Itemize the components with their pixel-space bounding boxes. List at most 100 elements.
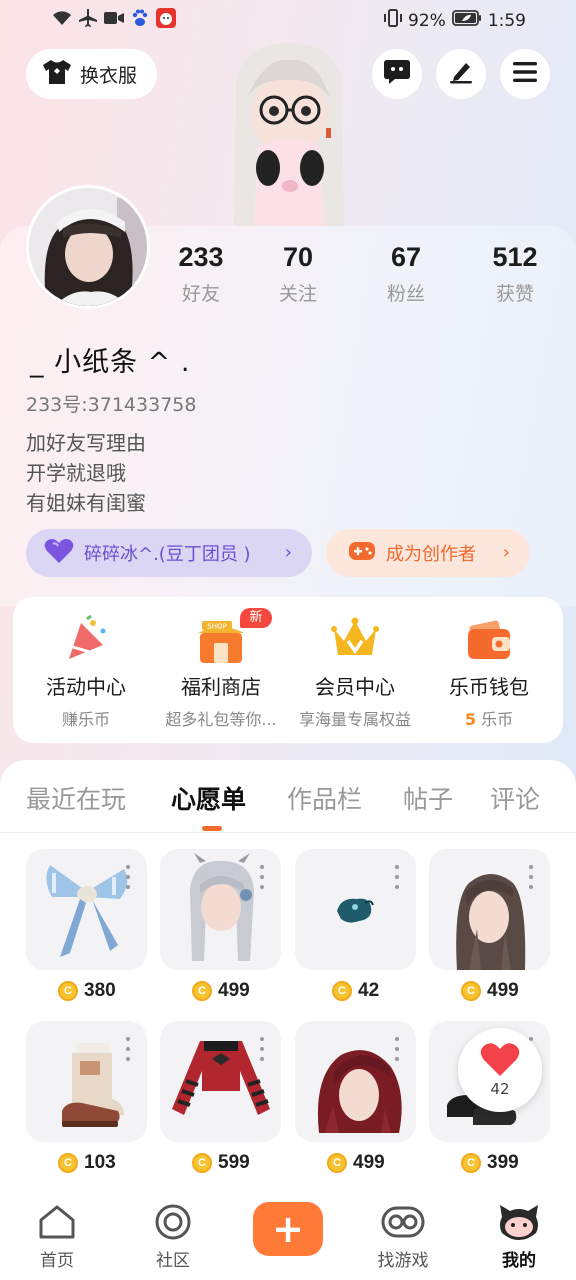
coin-icon: C <box>192 1153 212 1173</box>
more-options-icon[interactable] <box>125 1037 131 1061</box>
community-icon <box>128 1202 218 1242</box>
bio-line: 开学就退哦 <box>26 461 126 485</box>
avatar-character-figure[interactable] <box>216 36 362 236</box>
home-icon <box>12 1202 102 1242</box>
tab-posts[interactable]: 帖子 <box>403 780 453 816</box>
app-notification-icon <box>156 8 176 28</box>
user-id[interactable]: 233号:371433758 <box>26 390 196 417</box>
change-outfit-button[interactable]: 换衣服 <box>26 49 157 99</box>
bio-line: 加好友写理由 <box>26 431 146 455</box>
item-price: C 380 <box>58 978 116 1004</box>
video-icon <box>104 8 124 28</box>
stat-friends-value: 233 <box>178 242 224 272</box>
price-value: 42 <box>358 980 380 1001</box>
stat-fans-value: 67 <box>390 242 422 272</box>
quick-entry-welfare-shop[interactable]: SHOP 福利商店 超多礼包等你... <box>153 615 289 730</box>
coin-icon: C <box>192 981 212 1001</box>
nav-home[interactable]: 首页 <box>12 1202 102 1271</box>
wishlist-item-card[interactable] <box>429 849 550 970</box>
coin-unit: 乐币 <box>481 710 514 729</box>
stat-likes-value: 512 <box>492 242 538 272</box>
quick-entry-title: 福利商店 <box>181 675 261 699</box>
chat-button[interactable] <box>372 49 422 99</box>
stat-likes[interactable]: 512 获赞 <box>465 242 565 306</box>
coin-icon: C <box>58 1153 78 1173</box>
quick-entry-subtitle: 5 乐币 <box>421 706 557 730</box>
change-outfit-label: 换衣服 <box>80 64 138 87</box>
more-options-icon[interactable] <box>259 1037 265 1061</box>
avatar[interactable] <box>26 185 150 309</box>
wishlist-item-card[interactable] <box>160 1021 281 1142</box>
svg-text:SHOP: SHOP <box>207 623 226 631</box>
stat-likes-label: 获赞 <box>495 283 534 305</box>
stat-fans-label: 粉丝 <box>386 283 425 305</box>
tab-wishlist[interactable]: 心愿单 <box>171 780 246 816</box>
stat-following-label: 关注 <box>278 283 317 305</box>
more-options-icon[interactable] <box>528 865 534 889</box>
item-price: C 499 <box>192 978 250 1004</box>
battery-icon <box>451 10 482 31</box>
wishlist-item-card[interactable] <box>26 1021 147 1142</box>
airplane-icon <box>78 8 98 28</box>
price-value: 499 <box>487 980 519 1001</box>
stat-friends[interactable]: 233 好友 <box>151 242 251 306</box>
quick-entry-subtitle: 赚乐币 <box>61 710 110 729</box>
nav-label: 首页 <box>40 1251 74 1271</box>
more-options-icon[interactable] <box>394 865 400 889</box>
item-price: C 599 <box>192 1150 250 1176</box>
edit-profile-button[interactable] <box>436 49 486 99</box>
chat-icon <box>383 59 411 89</box>
heart-badge-icon <box>44 538 74 569</box>
tab-recently-played[interactable]: 最近在玩 <box>26 780 126 816</box>
quick-entry-title: 会员中心 <box>315 675 395 699</box>
price-value: 103 <box>84 1152 116 1173</box>
more-options-icon[interactable] <box>394 1037 400 1061</box>
coin-icon: C <box>332 981 352 1001</box>
divider <box>0 832 576 833</box>
baidu-icon <box>130 8 150 28</box>
wishlist-item-card[interactable] <box>295 1021 416 1142</box>
heart-icon <box>480 1043 520 1076</box>
quick-entry-member-center[interactable]: 会员中心 享海量专属权益 <box>287 615 423 730</box>
quick-entry-coin-wallet[interactable]: 乐币钱包 5 乐币 <box>421 615 557 730</box>
coin-icon: C <box>461 1153 481 1173</box>
tab-comments[interactable]: 评论 <box>490 780 540 816</box>
price-value: 499 <box>218 980 250 1001</box>
edit-icon <box>448 60 474 88</box>
coin-icon: C <box>58 981 78 1001</box>
stat-following[interactable]: 70 关注 <box>248 242 348 306</box>
floating-like-button[interactable]: 42 <box>458 1028 542 1112</box>
wishlist-item-card[interactable] <box>295 849 416 970</box>
price-value: 380 <box>84 980 116 1001</box>
coin-balance: 5 <box>464 710 477 729</box>
fan-group-pill[interactable]: 碎碎冰^.(豆丁团员 ) › <box>26 529 312 577</box>
wishlist-item-card[interactable] <box>160 849 281 970</box>
tab-works[interactable]: 作品栏 <box>287 780 362 816</box>
chevron-right-icon: › <box>284 542 292 563</box>
price-value: 399 <box>487 1152 519 1173</box>
menu-button[interactable] <box>500 49 550 99</box>
fan-group-label: 碎碎冰^.(豆丁团员 ) <box>84 544 251 565</box>
nav-label: 社区 <box>156 1251 190 1271</box>
nav-community[interactable]: 社区 <box>128 1202 218 1271</box>
menu-icon <box>513 62 537 86</box>
new-badge: 新 <box>240 608 272 628</box>
nav-mine[interactable]: 我的 <box>474 1202 564 1271</box>
quick-entry-subtitle: 超多礼包等你... <box>165 710 277 729</box>
quick-entry-activity-center[interactable]: 活动中心 赚乐币 <box>18 614 154 730</box>
nav-label: 找游戏 <box>377 1251 429 1271</box>
nav-find-game[interactable]: 找游戏 <box>358 1202 448 1271</box>
coin-icon: C <box>327 1153 347 1173</box>
stat-fans[interactable]: 67 粉丝 <box>356 242 456 306</box>
chevron-right-icon: › <box>502 542 510 563</box>
more-options-icon[interactable] <box>125 865 131 889</box>
become-creator-pill[interactable]: 成为创作者 › <box>326 529 530 577</box>
quick-entry-title: 活动中心 <box>46 675 126 699</box>
wishlist-item-card[interactable] <box>26 849 147 970</box>
nav-label: 我的 <box>502 1251 536 1271</box>
create-plus-button[interactable]: + <box>253 1202 323 1256</box>
battery-percent: 92% <box>408 10 446 31</box>
find-game-icon <box>358 1202 448 1242</box>
like-count: 42 <box>490 1080 510 1098</box>
more-options-icon[interactable] <box>259 865 265 889</box>
